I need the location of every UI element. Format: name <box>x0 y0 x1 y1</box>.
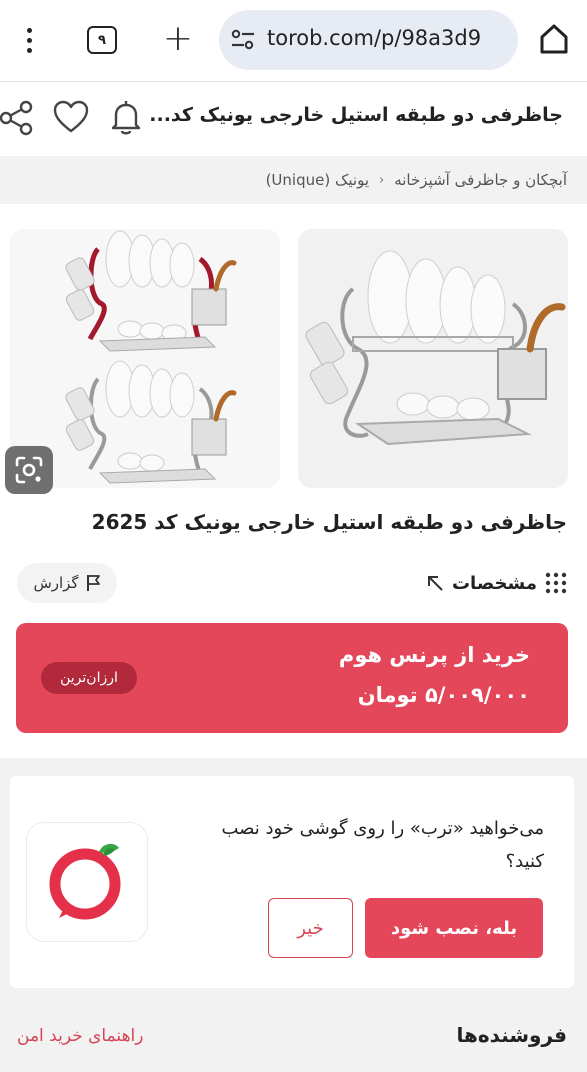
store-name: خرید از پرنس هوم <box>338 643 530 667</box>
breadcrumb: آبچکان و جاظرفی آشپزخانه ‹ یونیک (Unique… <box>0 156 587 204</box>
plus-icon[interactable]: + <box>160 20 196 60</box>
buy-offer-card[interactable]: خرید از پرنس هوم ۵/۰۰۹/۰۰۰ تومان ارزان‌ت… <box>16 623 568 733</box>
browser-toolbar: ۹ + torob.com/p/98a3d9 <box>0 0 587 80</box>
heart-icon[interactable] <box>53 100 89 134</box>
tab-switcher-button[interactable]: ۹ <box>87 26 117 54</box>
torob-app-logo <box>26 822 148 942</box>
home-icon[interactable] <box>538 22 570 56</box>
page-title: جاظرفی دو طبقه استیل خارجی یونیک کد... <box>149 104 563 126</box>
offer-price: ۵/۰۰۹/۰۰۰ تومان <box>357 683 530 707</box>
more-vert-icon[interactable] <box>14 22 44 58</box>
report-button[interactable]: گزارش <box>17 563 117 603</box>
breadcrumb-item-brand[interactable]: یونیک (Unique) <box>266 171 369 189</box>
google-lens-icon[interactable] <box>5 446 53 494</box>
chevron-left-icon: ‹ <box>379 172 385 188</box>
tune-icon[interactable] <box>231 29 255 51</box>
url-text: torob.com/p/98a3d9 <box>267 26 482 50</box>
cheapest-badge: ارزان‌ترین <box>41 662 137 694</box>
share-icon[interactable] <box>0 100 34 136</box>
product-image-main[interactable] <box>298 229 568 488</box>
safe-purchase-guide-link[interactable]: راهنمای خرید امن <box>17 1026 143 1046</box>
product-name: جاظرفی دو طبقه استیل خارجی یونیک کد 2625 <box>91 510 567 534</box>
specs-label: مشخصات <box>451 572 537 594</box>
specs-link[interactable]: مشخصات <box>426 568 567 598</box>
install-app-card: می‌خواهید «ترب» را روی گوشی خود نصب کنید… <box>10 776 574 988</box>
install-question: می‌خواهید «ترب» را روی گوشی خود نصب کنید… <box>221 818 544 872</box>
arrow-up-left-icon <box>427 576 443 591</box>
page: ۹ + torob.com/p/98a3d9 جاظرفی دو طبقه اس… <box>0 0 587 1072</box>
grid-dots-icon <box>545 572 567 594</box>
sellers-title: فروشنده‌ها <box>456 1023 567 1047</box>
address-bar[interactable]: torob.com/p/98a3d9 <box>219 10 518 70</box>
flag-icon <box>86 575 100 591</box>
bell-icon[interactable] <box>108 99 144 137</box>
install-no-button[interactable]: خیر <box>268 898 353 958</box>
install-yes-button[interactable]: بله، نصب شود <box>365 898 543 958</box>
report-label: گزارش <box>33 574 79 592</box>
breadcrumb-item-category[interactable]: آبچکان و جاظرفی آشپزخانه <box>394 171 567 189</box>
